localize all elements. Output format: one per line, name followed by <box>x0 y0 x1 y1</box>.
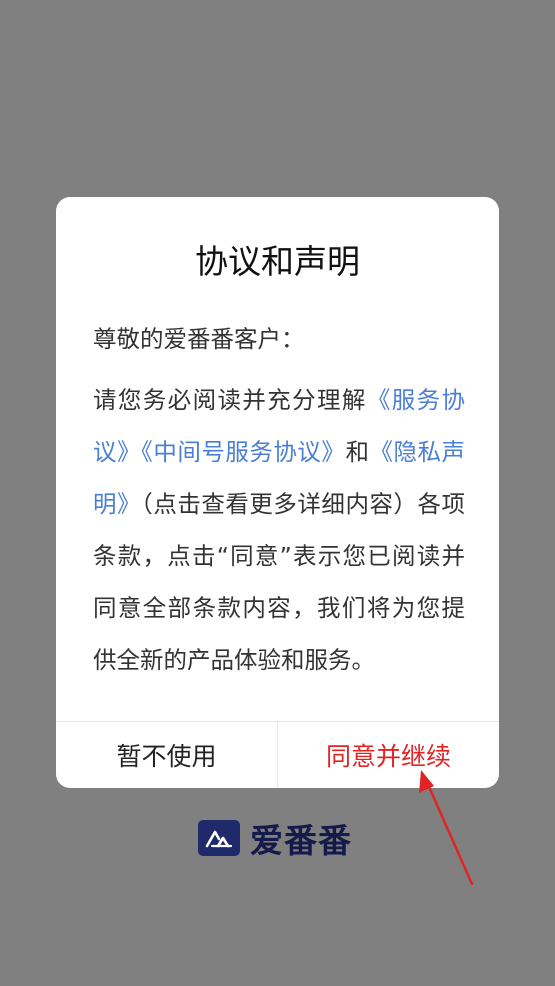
dialog-footer: 暂不使用 同意并继续 <box>56 721 499 788</box>
lead-text: 请您务必阅读并充分理解 <box>93 386 367 414</box>
agreement-dialog: 协议和声明 尊敬的爱番番客户： 请您务必阅读并充分理解《服务协议》《中间号服务协… <box>56 197 499 788</box>
dialog-title: 协议和声明 <box>195 242 360 281</box>
mountain-logo-icon <box>198 820 240 856</box>
note-text: （点击查看更多详细内容）各项条款，点击“同意”表示您已阅读并同意全部条款内容，我… <box>93 490 466 674</box>
decline-button[interactable]: 暂不使用 <box>56 722 278 788</box>
brand-name: 爱番番 <box>250 821 352 860</box>
accept-continue-button[interactable]: 同意并继续 <box>278 722 499 788</box>
greeting-text: 尊敬的爱番番客户： <box>93 325 305 353</box>
brand-footer: 爱番番 <box>198 814 352 862</box>
dialog-body: 尊敬的爱番番客户： 请您务必阅读并充分理解《服务协议》《中间号服务协议》和《隐私… <box>93 313 465 686</box>
agreement-paragraph: 请您务必阅读并充分理解《服务协议》《中间号服务协议》和《隐私声明》（点击查看更多… <box>93 374 465 686</box>
and-text: 和 <box>345 438 370 466</box>
middle-number-agreement-link[interactable]: 《中间号服务协议》 <box>141 438 345 466</box>
